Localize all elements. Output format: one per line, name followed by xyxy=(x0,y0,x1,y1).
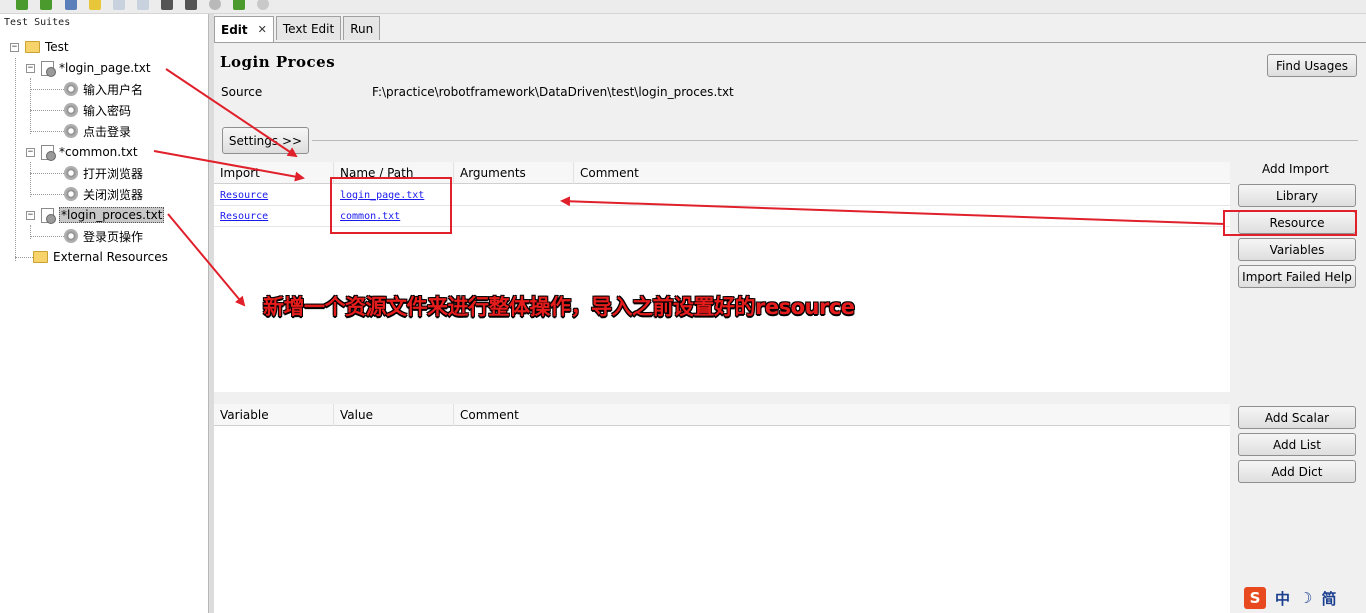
add-scalar-button[interactable]: Add Scalar xyxy=(1238,406,1356,429)
page-title: Login Proces xyxy=(220,53,336,71)
add-library-button[interactable]: Library xyxy=(1238,184,1356,207)
tab-text-edit[interactable]: Text Edit xyxy=(275,16,342,40)
test-suites-tree: Test Suites − Test − *login_page.txt 输入用… xyxy=(0,14,209,613)
import-type-link[interactable]: Resource xyxy=(214,185,334,205)
add-resource-button[interactable]: Resource xyxy=(1238,211,1356,234)
variables-header: Variable Value Comment xyxy=(214,404,1230,426)
add-dict-button[interactable]: Add Dict xyxy=(1238,460,1356,483)
sogou-logo-icon[interactable]: S xyxy=(1244,587,1266,609)
tree-node-label: External Resources xyxy=(53,250,168,264)
stop-icon[interactable] xyxy=(257,0,269,10)
folder-icon xyxy=(33,251,48,263)
tree-title: Test Suites xyxy=(4,17,71,28)
import-path-link[interactable]: common.txt xyxy=(334,206,454,226)
ime-simplified[interactable]: 简 xyxy=(1321,588,1336,609)
tab-run[interactable]: Run xyxy=(343,16,381,40)
ime-status-bar[interactable]: S 中 ☽ 简 xyxy=(1244,585,1366,611)
document-icon[interactable] xyxy=(113,0,125,10)
column-header[interactable]: Comment xyxy=(574,162,1230,184)
tree-node-external-resources[interactable]: External Resources xyxy=(33,247,168,267)
collapse-icon[interactable]: − xyxy=(10,42,19,52)
keyword-gear-icon xyxy=(64,166,78,180)
import-path-link[interactable]: login_page.txt xyxy=(334,185,454,205)
tab-label: Edit xyxy=(221,22,248,37)
keyword-gear-icon xyxy=(64,124,78,138)
moon-icon[interactable]: ☽ xyxy=(1299,589,1312,607)
tree-keyword[interactable]: 关闭浏览器 xyxy=(64,184,143,204)
source-label: Source xyxy=(221,85,263,99)
keyword-label: 登录页操作 xyxy=(83,229,144,244)
tree-node-label-selected: *login_proces.txt xyxy=(59,207,165,223)
import-type-link[interactable]: Resource xyxy=(214,206,334,226)
column-header[interactable]: Comment xyxy=(454,404,1230,426)
edit-document-icon[interactable] xyxy=(137,0,149,10)
tree-keyword[interactable]: 输入用户名 xyxy=(64,79,143,99)
tree-node-login-proces[interactable]: − *login_proces.txt xyxy=(26,205,165,225)
resource-editor: Login Proces Source F:\practice\robotfra… xyxy=(214,42,1366,613)
add-variables-button[interactable]: Variables xyxy=(1238,238,1356,261)
tree-node-root[interactable]: − Test xyxy=(10,37,69,57)
collapse-icon[interactable]: − xyxy=(26,210,35,220)
imports-table: Import Name / Path Arguments Comment Res… xyxy=(214,162,1230,392)
settings-divider xyxy=(312,140,1358,141)
tree-node-common[interactable]: − *common.txt xyxy=(26,142,138,162)
tree-keyword[interactable]: 点击登录 xyxy=(64,121,131,141)
collapse-icon[interactable]: − xyxy=(26,147,35,157)
keyword-gear-icon xyxy=(64,82,78,96)
find-usages-button[interactable]: Find Usages xyxy=(1267,54,1357,77)
column-header[interactable]: Arguments xyxy=(454,162,574,184)
tab-edit[interactable]: Edit ✕ xyxy=(214,16,274,42)
keyword-gear-icon xyxy=(64,187,78,201)
tree-keyword[interactable]: 输入密码 xyxy=(64,100,131,120)
add-import-heading: Add Import xyxy=(1262,162,1329,176)
editor-tabs: Edit ✕ Text Edit Run xyxy=(214,16,382,42)
collapse-icon[interactable]: − xyxy=(26,63,35,73)
keyword-label: 关闭浏览器 xyxy=(83,187,144,202)
tree-node-label: Test xyxy=(45,40,69,54)
tree-node-label: *login_page.txt xyxy=(59,61,151,75)
run-icon[interactable] xyxy=(233,0,245,10)
column-header[interactable]: Import xyxy=(214,162,334,184)
column-header[interactable]: Name / Path xyxy=(334,162,454,184)
tree-keyword[interactable]: 登录页操作 xyxy=(64,226,143,246)
save-icon[interactable] xyxy=(65,0,77,10)
keyword-label: 输入密码 xyxy=(83,103,132,118)
resource-file-icon xyxy=(41,60,56,77)
back-arrow-icon[interactable] xyxy=(16,0,28,10)
tree-node-label: *common.txt xyxy=(59,145,138,159)
tree-keyword[interactable]: 打开浏览器 xyxy=(64,163,143,183)
keyword-gear-icon xyxy=(64,103,78,117)
keyword-label: 输入用户名 xyxy=(83,82,144,97)
ime-mode-chinese[interactable]: 中 xyxy=(1275,588,1290,609)
test-icon[interactable] xyxy=(185,0,197,10)
variables-table: Variable Value Comment xyxy=(214,404,1230,613)
settings-toggle-button[interactable]: Settings >> xyxy=(222,127,309,154)
table-row[interactable]: Resource common.txt xyxy=(214,206,1230,227)
add-list-button[interactable]: Add List xyxy=(1238,433,1356,456)
tab-label: Text Edit xyxy=(282,21,335,36)
source-path: F:\practice\robotframework\DataDriven\te… xyxy=(372,85,734,99)
resource-file-icon xyxy=(41,144,56,161)
play-icon[interactable] xyxy=(209,0,221,10)
close-icon[interactable]: ✕ xyxy=(258,23,267,36)
table-row[interactable]: Resource login_page.txt xyxy=(214,185,1230,206)
keyword-icon[interactable] xyxy=(161,0,173,10)
keyword-label: 打开浏览器 xyxy=(83,166,144,181)
imports-header: Import Name / Path Arguments Comment xyxy=(214,162,1230,184)
tab-label: Run xyxy=(350,21,374,36)
forward-arrow-icon[interactable] xyxy=(40,0,52,10)
column-header[interactable]: Variable xyxy=(214,404,334,426)
keyword-label: 点击登录 xyxy=(83,124,132,139)
resource-file-icon xyxy=(41,207,56,224)
tree-node-login-page[interactable]: − *login_page.txt xyxy=(26,58,151,78)
toolbar xyxy=(0,0,1366,14)
column-header[interactable]: Value xyxy=(334,404,454,426)
keyword-gear-icon xyxy=(64,229,78,243)
folder-icon xyxy=(25,41,40,53)
bulb-icon[interactable] xyxy=(89,0,101,10)
import-failed-help-button[interactable]: Import Failed Help xyxy=(1238,265,1356,288)
